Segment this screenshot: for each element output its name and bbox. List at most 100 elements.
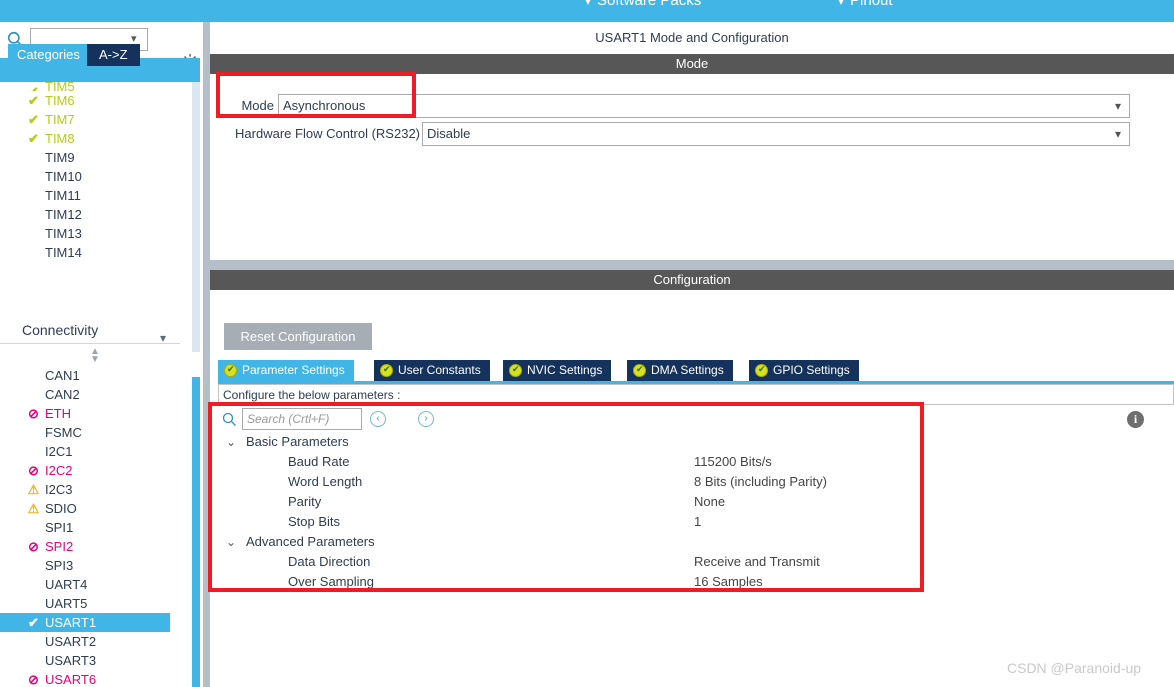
tree-item-label: CAN2: [45, 387, 80, 402]
chevron-down-icon: ▾: [1114, 99, 1121, 113]
check-icon: ✔: [28, 93, 39, 108]
configuration-section-header: Configuration: [210, 270, 1174, 290]
nav-back-button[interactable]: ‹: [370, 411, 386, 427]
tree-item-usart3[interactable]: USART3: [0, 651, 190, 670]
table-row[interactable]: Data Direction Receive and Transmit: [218, 552, 1174, 572]
tab-gpio-settings[interactable]: GPIO Settings: [749, 360, 859, 381]
check-circle-icon: [380, 363, 393, 377]
group-header-connectivity[interactable]: Connectivity ▾: [0, 316, 180, 345]
tree-item-can1[interactable]: CAN1: [0, 366, 190, 385]
tree-item-label: USART3: [45, 653, 97, 668]
chevron-down-icon: ▾: [838, 0, 845, 8]
tab-categories[interactable]: Categories: [8, 44, 89, 66]
check-icon: ✔: [28, 615, 39, 630]
tree-item-label: TIM6: [45, 93, 75, 108]
tab-parameter-settings[interactable]: Parameter Settings: [218, 360, 354, 381]
tree-item-eth[interactable]: ⊘ ETH: [0, 404, 190, 423]
tree-item-spi2[interactable]: ⊘ SPI2: [0, 537, 190, 556]
table-row[interactable]: Parity None: [218, 492, 1174, 512]
parameter-value: 16 Samples: [694, 574, 763, 589]
chevron-down-icon: ▾: [131, 33, 137, 45]
tree-item-tim12[interactable]: TIM12: [0, 205, 190, 224]
mode-section-header: Mode: [210, 54, 1174, 74]
tree-item-can2[interactable]: CAN2: [0, 385, 190, 404]
tree-item-usart1[interactable]: ✔ USART1: [0, 613, 170, 632]
check-icon: ✔: [26, 82, 41, 91]
parameter-value: 8 Bits (including Parity): [694, 474, 827, 489]
flow-control-select[interactable]: Disable ▾: [422, 122, 1130, 146]
tree-item-i2c3[interactable]: ⚠ I2C3: [0, 480, 190, 499]
tab-nvic-settings[interactable]: NVIC Settings: [503, 360, 612, 381]
mode-select[interactable]: Asynchronous ▾: [278, 94, 1130, 118]
tree-item-uart5[interactable]: UART5: [0, 594, 190, 613]
search-icon[interactable]: [222, 412, 237, 427]
tab-dma-settings[interactable]: DMA Settings: [627, 360, 733, 381]
tree-item-label: FSMC: [45, 425, 82, 440]
menu-item-software-packs[interactable]: ▾ Software Packs: [585, 0, 701, 9]
tree-item-label: TIM8: [45, 131, 75, 146]
tab-a-to-z[interactable]: A->Z: [87, 44, 140, 66]
tree-item-label: SPI2: [45, 539, 74, 554]
panel-divider: [203, 22, 210, 687]
parameter-search-input[interactable]: Search (Crtl+F): [242, 408, 362, 430]
tree-item-usart6[interactable]: ⊘ USART6: [0, 670, 190, 687]
peripheral-sidebar: ▾ Categories A->Z ✔ TIM5 ✔ TIM6 ✔: [0, 22, 205, 687]
tab-label: GPIO Settings: [773, 363, 850, 377]
chevron-down-icon: ⌄: [226, 535, 237, 549]
tree-item-label: I2C3: [45, 482, 73, 497]
tree-item-label: UART4: [45, 577, 88, 592]
tree-item-sdio[interactable]: ⚠ SDIO: [0, 499, 190, 518]
tree-item-fsmc[interactable]: FSMC: [0, 423, 190, 442]
chevron-down-icon: ⌄: [226, 435, 237, 449]
tree-item-label: USART6: [45, 672, 97, 687]
tree-item-uart4[interactable]: UART4: [0, 575, 190, 594]
main-panel: USART1 Mode and Configuration Mode Mode …: [210, 22, 1174, 687]
reset-configuration-button[interactable]: Reset Configuration: [224, 323, 372, 350]
mode-select-value: Asynchronous: [283, 98, 366, 113]
tree-item-tim5[interactable]: ✔ TIM5: [0, 82, 190, 91]
table-row[interactable]: Baud Rate 115200 Bits/s: [218, 452, 1174, 472]
parameter-group-basic[interactable]: ⌄ Basic Parameters: [218, 432, 1174, 452]
tree-item-tim13[interactable]: TIM13: [0, 224, 190, 243]
tree-item-tim9[interactable]: TIM9: [0, 148, 190, 167]
tree-item-label: TIM7: [45, 112, 75, 127]
sidebar-scrollbar-thumb[interactable]: [192, 377, 200, 687]
parameter-value: 115200 Bits/s: [694, 454, 772, 469]
tree-item-tim11[interactable]: TIM11: [0, 186, 190, 205]
table-row[interactable]: Word Length 8 Bits (including Parity): [218, 472, 1174, 492]
nav-forward-button[interactable]: ›: [418, 411, 434, 427]
chevron-down-icon: ▾: [159, 331, 166, 345]
parameter-group-advanced[interactable]: ⌄ Advanced Parameters: [218, 532, 1174, 552]
menu-item-pinout[interactable]: ▾ Pinout: [838, 0, 893, 9]
table-row[interactable]: Stop Bits 1: [218, 512, 1174, 532]
section-separator: [210, 260, 1174, 270]
tree-item-label: USART1: [45, 615, 97, 630]
tab-user-constants[interactable]: User Constants: [374, 360, 490, 381]
tree-item-label: CAN1: [45, 368, 80, 383]
warning-icon: ⚠: [27, 482, 40, 497]
tree-item-tim14[interactable]: TIM14: [0, 243, 190, 262]
chevron-down-icon: ▾: [1114, 127, 1121, 141]
info-icon[interactable]: i: [1127, 411, 1144, 428]
check-circle-icon: [224, 363, 237, 377]
tree-item-i2c2[interactable]: ⊘ I2C2: [0, 461, 190, 480]
tree-item-tim6[interactable]: ✔ TIM6: [0, 91, 190, 110]
parameter-value: None: [694, 494, 726, 509]
tree-item-spi3[interactable]: SPI3: [0, 556, 190, 575]
tab-label: DMA Settings: [651, 363, 724, 377]
tree-item-tim8[interactable]: ✔ TIM8: [0, 129, 190, 148]
tree-item-usart2[interactable]: USART2: [0, 632, 190, 651]
tree-item-tim7[interactable]: ✔ TIM7: [0, 110, 190, 129]
tree-item-i2c1[interactable]: I2C1: [0, 442, 190, 461]
tree-item-spi1[interactable]: SPI1: [0, 518, 190, 537]
page-title: USART1 Mode and Configuration: [210, 22, 1174, 54]
tree-item-label: SDIO: [45, 501, 77, 516]
tree-item-label: TIM11: [45, 188, 81, 203]
tree-item-tim10[interactable]: TIM10: [0, 167, 190, 186]
tree-item-label: TIM9: [45, 150, 75, 165]
sidebar-scrollbar-track[interactable]: [192, 82, 200, 352]
no-entry-icon: ⊘: [28, 406, 39, 421]
table-row[interactable]: Over Sampling 16 Samples: [218, 572, 1174, 592]
tab-label: Parameter Settings: [242, 363, 345, 377]
